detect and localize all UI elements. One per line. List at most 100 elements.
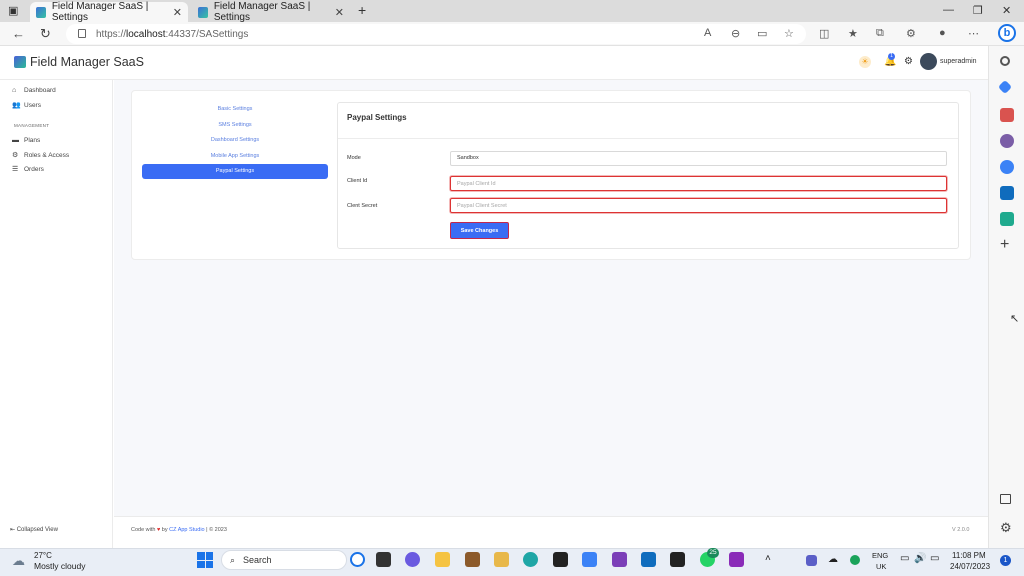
studio-link[interactable]: CZ App Studio bbox=[169, 527, 204, 533]
refresh-icon[interactable]: ↻ bbox=[40, 26, 51, 42]
network-icon[interactable]: ▭ bbox=[900, 553, 909, 564]
sidebar-item-dashboard[interactable]: ⌂ Dashboard bbox=[12, 87, 56, 94]
task-view-icon[interactable] bbox=[376, 552, 391, 567]
favorites-icon[interactable]: ★ bbox=[848, 27, 858, 40]
mode-select[interactable]: Sandbox bbox=[450, 151, 947, 166]
url-field[interactable]: https://localhost:44337/SASettings bbox=[66, 24, 806, 44]
favorite-star-icon[interactable]: ☆ bbox=[784, 27, 794, 40]
onedrive-icon[interactable]: ☁ bbox=[828, 554, 838, 565]
sidebar-item-roles-access[interactable]: ⚙ Roles & Access bbox=[12, 151, 70, 160]
collections-icon[interactable]: ⧉ bbox=[876, 27, 884, 40]
terminal-icon[interactable] bbox=[553, 552, 568, 567]
app-favicon-icon bbox=[36, 6, 46, 18]
save-changes-button[interactable]: Save Changes bbox=[450, 222, 509, 239]
outlook-icon[interactable] bbox=[1000, 186, 1014, 200]
weather-description[interactable]: Mostly cloudy bbox=[34, 561, 86, 571]
mouse-cursor-icon: ↖ bbox=[1010, 313, 1020, 325]
sidebar-section-heading: MANAGEMENT bbox=[14, 123, 50, 128]
restore-icon[interactable]: ❐ bbox=[973, 4, 983, 17]
language-code[interactable]: ENG bbox=[872, 551, 888, 560]
battery-icon[interactable]: ▭ bbox=[930, 553, 939, 564]
app-available-icon[interactable]: ▭ bbox=[757, 27, 767, 40]
app-icon[interactable] bbox=[465, 552, 480, 567]
minimize-icon[interactable]: — bbox=[943, 4, 954, 16]
clock-time[interactable]: 11:08 PM bbox=[952, 551, 986, 560]
sidebar-item-plans[interactable]: ▬ Plans bbox=[12, 137, 40, 144]
sidebar-item-label: Dashboard bbox=[24, 87, 56, 94]
region-code[interactable]: UK bbox=[876, 562, 886, 571]
split-screen-icon[interactable]: ◫ bbox=[819, 27, 829, 40]
extensions-icon[interactable]: ⚙ bbox=[906, 27, 916, 40]
sidebar-toggle-icon[interactable] bbox=[1000, 494, 1011, 504]
taskbar-search-label: Search bbox=[243, 555, 272, 565]
profile-icon[interactable]: ● bbox=[939, 27, 946, 39]
close-window-icon[interactable]: ✕ bbox=[1002, 4, 1011, 17]
drop-icon[interactable] bbox=[1000, 212, 1014, 226]
weather-temperature[interactable]: 27°C bbox=[34, 551, 52, 560]
close-tab-icon[interactable]: ✕ bbox=[335, 6, 344, 19]
settings-nav-mobile-app[interactable]: Mobile App Settings bbox=[142, 153, 328, 159]
collapsed-view-button[interactable]: ⇤ Collapsed View bbox=[10, 526, 58, 533]
tab-field-manager-settings-2[interactable]: Field Manager SaaS | Settings ✕ bbox=[192, 1, 350, 23]
read-aloud-icon[interactable]: A bbox=[704, 27, 711, 39]
client-secret-input[interactable] bbox=[450, 198, 947, 213]
taskbar-search[interactable]: ⌕ Search bbox=[221, 550, 347, 570]
settings-nav-basic[interactable]: Basic Settings bbox=[142, 106, 328, 112]
new-tab-button[interactable]: + bbox=[358, 2, 366, 18]
visual-studio-icon[interactable] bbox=[612, 552, 627, 567]
paypal-settings-title: Paypal Settings bbox=[347, 113, 407, 122]
tools-icon[interactable] bbox=[1000, 108, 1014, 122]
tab-field-manager-settings-1[interactable]: Field Manager SaaS | Settings ✕ bbox=[30, 1, 188, 23]
app-favicon-icon bbox=[198, 6, 208, 18]
tab-title: Field Manager SaaS | Settings bbox=[213, 1, 311, 23]
settings-nav-paypal[interactable]: Paypal Settings bbox=[142, 164, 328, 179]
teams-tray-icon[interactable] bbox=[806, 555, 817, 566]
copilot-taskbar-icon[interactable] bbox=[350, 552, 365, 567]
file-explorer-icon[interactable] bbox=[435, 552, 450, 567]
weather-cloud-icon[interactable]: ☁ bbox=[12, 553, 25, 569]
tool-icon[interactable] bbox=[494, 552, 509, 567]
figma-icon[interactable] bbox=[670, 552, 685, 567]
shopping-tag-icon[interactable] bbox=[997, 79, 1013, 95]
settings-gear-icon[interactable]: ⚙ bbox=[904, 56, 913, 67]
chat-icon[interactable] bbox=[405, 552, 420, 567]
zoom-icon[interactable]: ⊖ bbox=[731, 27, 740, 40]
sidebar-item-orders[interactable]: ☰ Orders bbox=[12, 165, 44, 174]
outlook-taskbar-icon[interactable] bbox=[641, 552, 656, 567]
settings-nav-sms[interactable]: SMS Settings bbox=[142, 122, 328, 128]
brand[interactable]: Field Manager SaaS bbox=[14, 55, 144, 69]
close-tab-icon[interactable]: ✕ bbox=[173, 6, 182, 19]
notification-center-badge[interactable]: 1 bbox=[1000, 555, 1011, 566]
sidebar-item-label: Roles & Access bbox=[24, 151, 70, 159]
client-id-input[interactable] bbox=[450, 176, 947, 191]
heart-icon: ♥ bbox=[157, 527, 161, 533]
tab-actions-icon[interactable]: ▣ bbox=[8, 4, 18, 17]
user-avatar[interactable] bbox=[920, 53, 937, 70]
search-icon[interactable] bbox=[1000, 56, 1010, 66]
edge-icon[interactable] bbox=[523, 552, 538, 567]
microsoft-365-icon[interactable] bbox=[1000, 160, 1014, 174]
copilot-icon[interactable]: b bbox=[998, 24, 1016, 42]
footer-copyright: | © 2023 bbox=[206, 527, 227, 533]
theme-toggle-icon[interactable]: ☀ bbox=[859, 56, 871, 68]
more-icon[interactable]: ⋯ bbox=[968, 27, 979, 40]
app-footer bbox=[114, 516, 988, 548]
windows-taskbar bbox=[0, 548, 1024, 576]
volume-icon[interactable]: 🔊 bbox=[914, 553, 926, 564]
clock-date[interactable]: 24/07/2023 bbox=[950, 562, 990, 571]
azure-icon[interactable] bbox=[582, 552, 597, 567]
back-icon[interactable]: ← bbox=[12, 26, 25, 41]
games-icon[interactable] bbox=[1000, 134, 1014, 148]
windows-start-icon[interactable] bbox=[197, 552, 213, 568]
username-label[interactable]: superadmin bbox=[940, 58, 977, 65]
footer-by: by bbox=[161, 527, 168, 533]
client-secret-label: Clent Secret bbox=[347, 203, 378, 209]
tray-overflow-icon[interactable]: ˄ bbox=[765, 553, 771, 564]
sidebar-item-users[interactable]: 👥 Users bbox=[12, 101, 41, 110]
footer-code-with: Code with bbox=[131, 527, 156, 533]
security-tray-icon[interactable] bbox=[850, 555, 860, 565]
add-icon[interactable]: + bbox=[1000, 236, 1014, 253]
onenote-icon[interactable] bbox=[729, 552, 744, 567]
settings-nav-dashboard[interactable]: Dashboard Settings bbox=[142, 137, 328, 143]
sidebar-settings-icon[interactable]: ⚙ bbox=[1000, 520, 1014, 535]
